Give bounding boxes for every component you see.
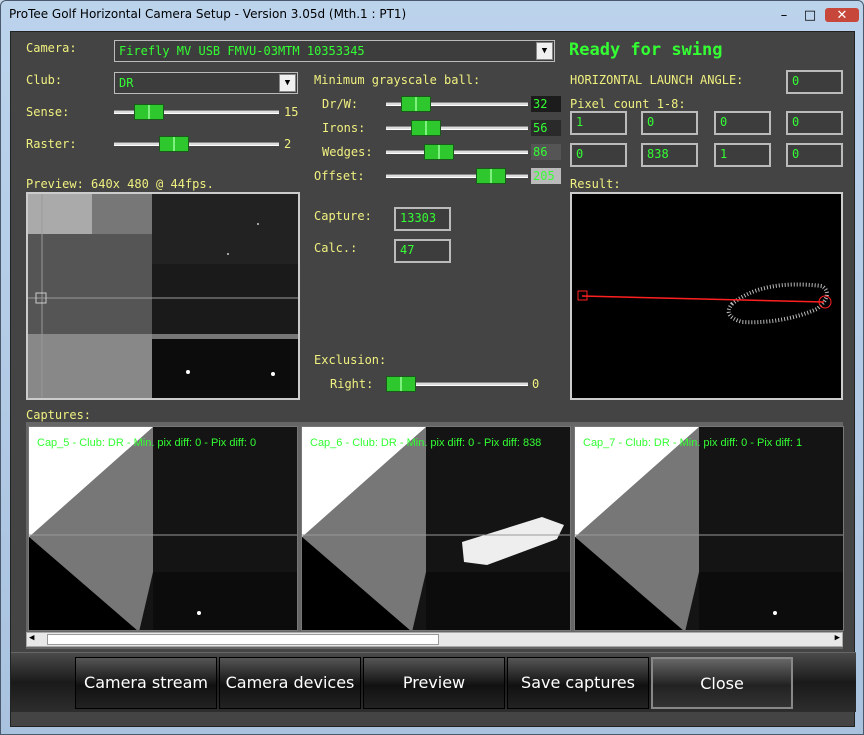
status-text: Ready for swing — [569, 40, 723, 60]
pixel-count-8: 0 — [786, 143, 843, 167]
captures-scrollbar[interactable]: ◀ ▶ — [26, 632, 843, 647]
capture-label: Capture: — [314, 209, 372, 223]
irons-label: Irons: — [322, 121, 366, 135]
drw-label: Dr/W: — [322, 97, 359, 111]
raster-value: 2 — [284, 137, 292, 151]
scrollbar-thumb[interactable] — [47, 634, 439, 645]
pixel-count-4: 0 — [786, 111, 843, 135]
exclusion-right-slider[interactable] — [386, 376, 528, 392]
button-bar: Camera stream Camera devices Preview Sav… — [11, 652, 856, 712]
capture-value: 13303 — [394, 207, 451, 231]
capture-image — [575, 427, 843, 630]
sense-label: Sense: — [26, 105, 70, 119]
pixel-count-1: 1 — [570, 111, 627, 135]
close-button[interactable]: Close — [651, 657, 793, 709]
calc-label: Calc.: — [314, 241, 358, 255]
slider-thumb[interactable] — [158, 136, 189, 152]
slider-thumb[interactable] — [410, 120, 441, 136]
arrow-right-icon[interactable]: ▶ — [835, 633, 840, 643]
slider-thumb[interactable] — [475, 168, 506, 184]
offset-slider[interactable] — [386, 168, 528, 184]
window-title: ProTee Golf Horizontal Camera Setup - Ve… — [9, 7, 407, 21]
wedges-value: 86 — [531, 144, 561, 160]
capture-thumbnail[interactable]: Cap_5 - Club: DR - Min. pix diff: 0 - Pi… — [28, 426, 298, 631]
pixel-count-6: 838 — [641, 143, 698, 167]
sense-slider[interactable] — [114, 104, 279, 120]
capture-thumbnail[interactable]: Cap_6 - Club: DR - Min. pix diff: 0 - Pi… — [301, 426, 571, 631]
exclusion-label: Exclusion: — [314, 353, 387, 367]
club-select[interactable]: DR ▼ — [114, 72, 298, 94]
min-grayscale-label: Minimum grayscale ball: — [314, 73, 481, 87]
preview-camera-feed — [28, 194, 298, 398]
raster-label: Raster: — [26, 137, 77, 151]
capture-thumbnail[interactable]: Cap_7 - Club: DR - Min. pix diff: 0 - Pi… — [574, 426, 844, 631]
preview-label: Preview: 640x 480 @ 44fps. — [26, 177, 214, 191]
preview-image — [26, 192, 300, 400]
title-bar[interactable]: ProTee Golf Horizontal Camera Setup - Ve… — [1, 1, 863, 29]
captures-label: Captures: — [26, 408, 92, 422]
offset-label: Offset: — [314, 169, 365, 183]
sense-value: 15 — [284, 105, 299, 119]
save-captures-button[interactable]: Save captures — [507, 657, 649, 709]
irons-slider[interactable] — [386, 120, 528, 136]
slider-thumb[interactable] — [134, 104, 165, 120]
slider-thumb[interactable] — [386, 376, 416, 392]
slider-thumb[interactable] — [400, 96, 431, 112]
capture-caption: Cap_5 - Club: DR - Min. pix diff: 0 - Pi… — [37, 437, 257, 449]
pixel-count-2: 0 — [641, 111, 698, 135]
maximize-icon[interactable]: □ — [797, 8, 823, 23]
pixel-count-3: 0 — [714, 111, 771, 135]
launch-angle-label: HORIZONTAL LAUNCH ANGLE: — [570, 73, 744, 87]
capture-image — [302, 427, 570, 630]
capture-image — [29, 427, 297, 630]
result-panel — [570, 192, 843, 400]
camera-select-value: Firefly MV USB FMVU-03MTM 10353345 — [119, 44, 365, 58]
camera-stream-button[interactable]: Camera stream — [75, 657, 217, 709]
drw-slider[interactable] — [386, 96, 528, 112]
wedges-slider[interactable] — [386, 144, 528, 160]
close-icon[interactable]: ✕ — [825, 8, 859, 23]
arrow-left-icon[interactable]: ◀ — [29, 633, 34, 643]
offset-value: 205 — [531, 168, 561, 184]
capture-caption: Cap_6 - Club: DR - Min. pix diff: 0 - Pi… — [310, 437, 542, 449]
camera-label: Camera: — [26, 41, 77, 55]
main-window: ProTee Golf Horizontal Camera Setup - Ve… — [0, 0, 864, 735]
exclusion-right-label: Right: — [330, 377, 374, 391]
irons-value: 56 — [531, 120, 561, 136]
slider-thumb[interactable] — [424, 144, 455, 160]
client-area: Camera: Firefly MV USB FMVU-03MTM 103533… — [10, 31, 856, 727]
pixel-count-7: 1 — [714, 143, 771, 167]
result-trajectory-plot — [572, 194, 841, 398]
chevron-down-icon[interactable]: ▼ — [279, 74, 296, 92]
raster-slider[interactable] — [114, 136, 279, 152]
preview-button[interactable]: Preview — [363, 657, 505, 709]
exclusion-right-value: 0 — [532, 377, 540, 391]
result-label: Result: — [570, 177, 621, 191]
wedges-label: Wedges: — [322, 145, 373, 159]
pixel-count-5: 0 — [570, 143, 627, 167]
calc-value: 47 — [394, 239, 451, 263]
launch-angle-value: 0 — [786, 70, 843, 94]
minimize-icon[interactable]: – — [771, 8, 797, 23]
drw-value: 32 — [531, 96, 561, 112]
camera-select[interactable]: Firefly MV USB FMVU-03MTM 10353345 ▼ — [114, 40, 555, 62]
club-label: Club: — [26, 73, 63, 87]
pixel-count-label: Pixel count 1-8: — [570, 97, 686, 111]
club-select-value: DR — [119, 76, 134, 90]
camera-devices-button[interactable]: Camera devices — [219, 657, 361, 709]
capture-caption: Cap_7 - Club: DR - Min. pix diff: 0 - Pi… — [583, 437, 803, 449]
chevron-down-icon[interactable]: ▼ — [536, 42, 553, 60]
